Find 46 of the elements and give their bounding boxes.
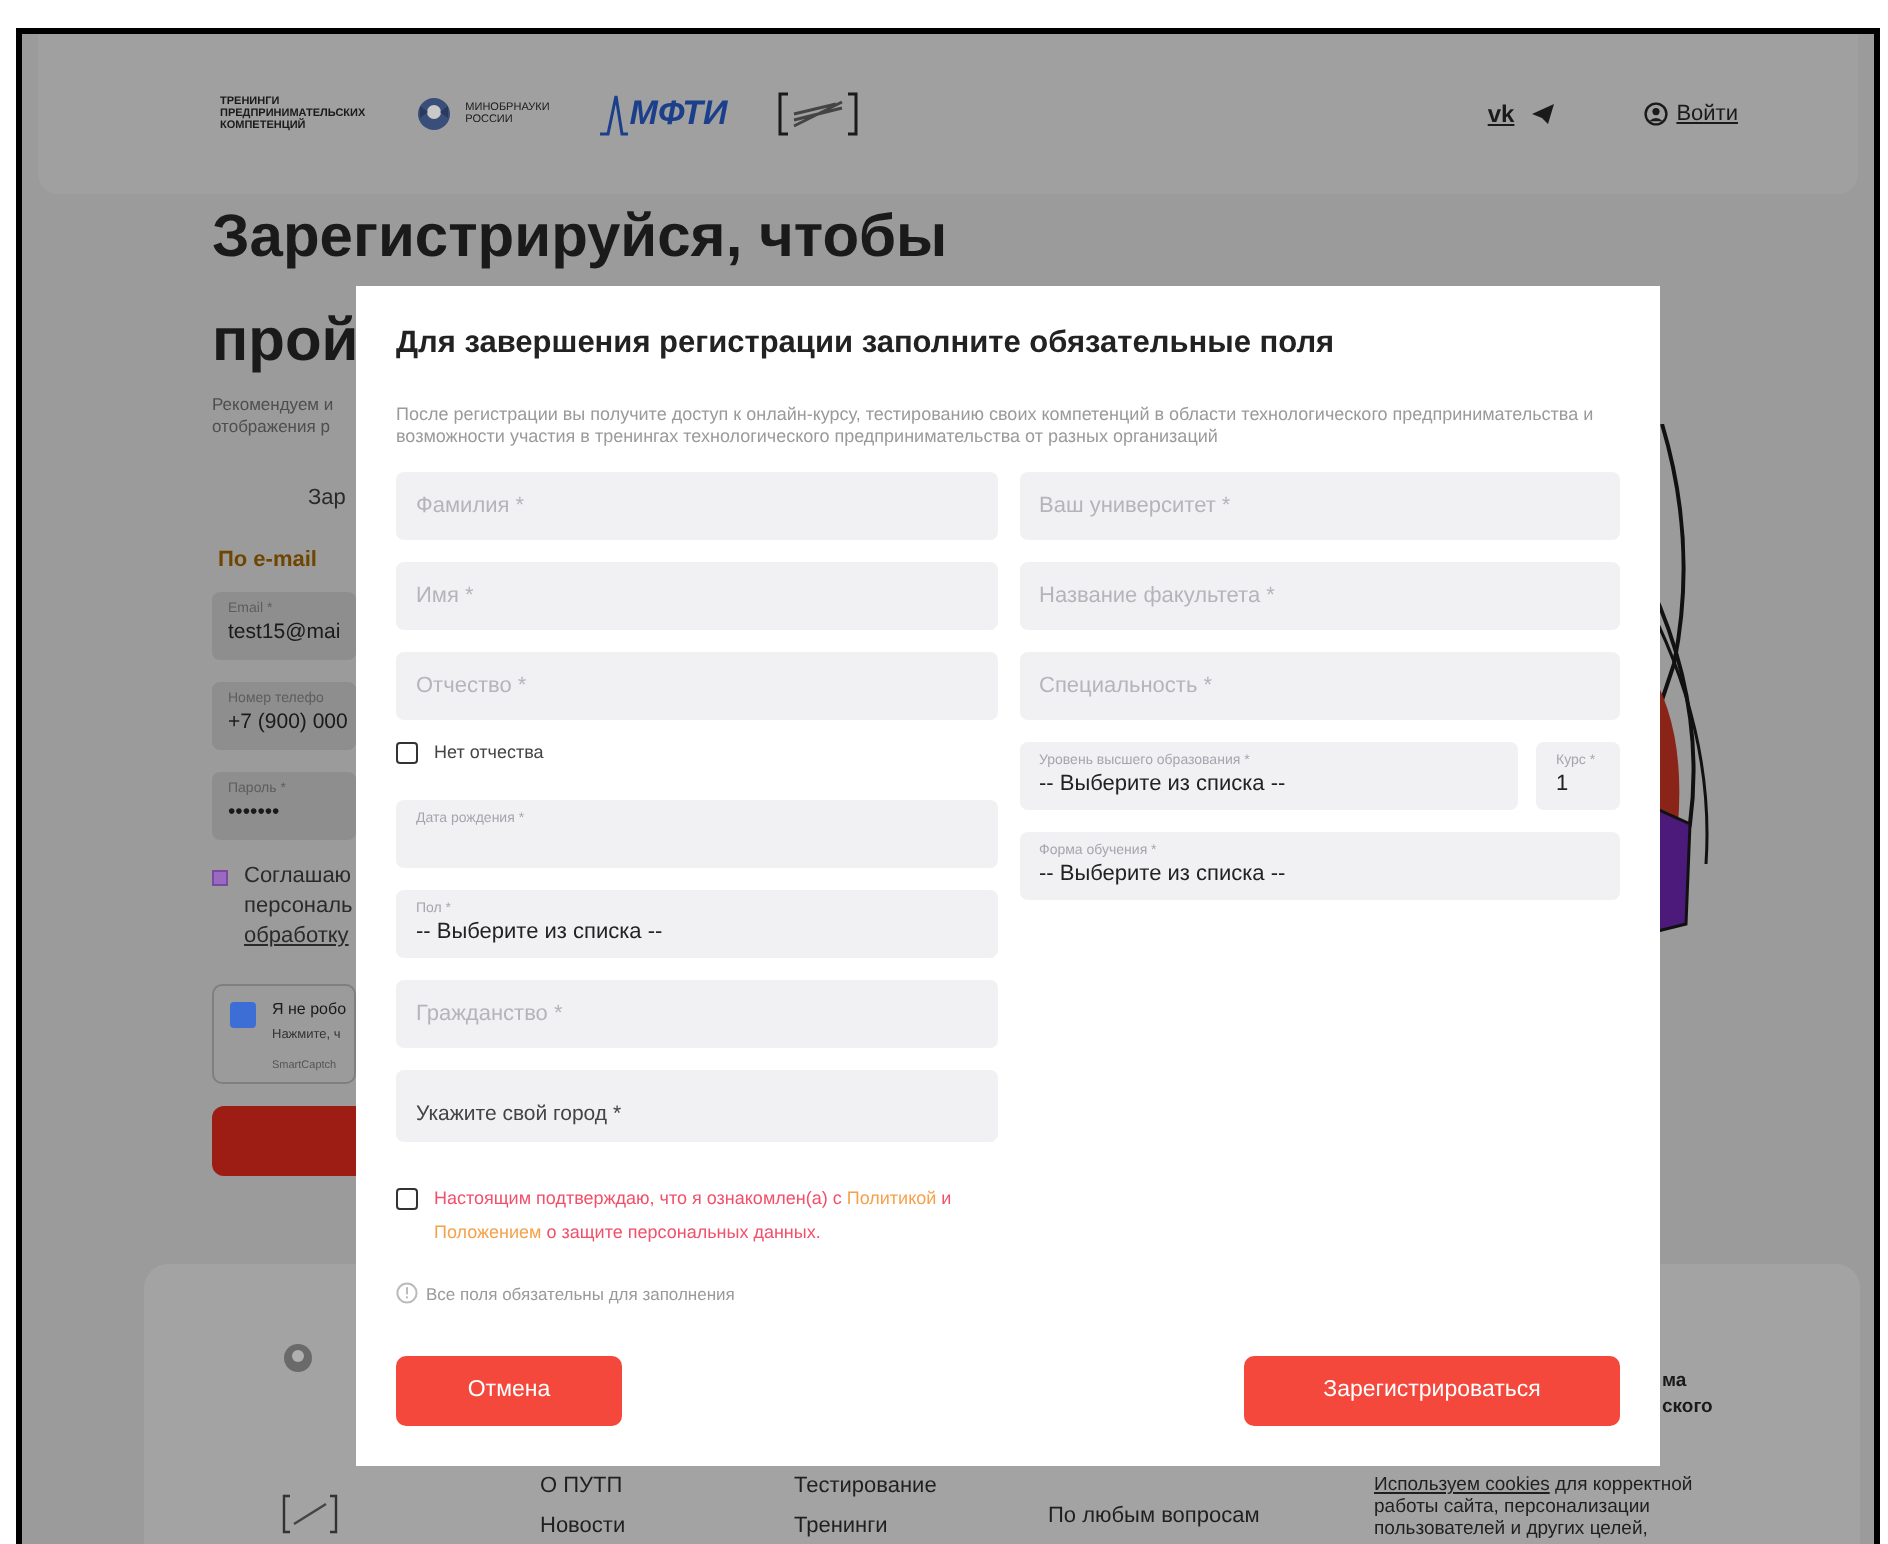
cookie-text: Используем cookies для корректной работы сайта, персонализации пользователей и других целей,	[1374, 1474, 1694, 1540]
text-field[interactable]: Название факультета *	[1019, 561, 1620, 630]
page-heading: прой	[212, 306, 359, 378]
checkbox[interactable]	[396, 742, 418, 765]
cancel-button[interactable]: Отмена	[396, 1356, 622, 1426]
page-heading: Зарегистрируйся, чтобы	[212, 202, 948, 274]
text-field[interactable]: Фамилия *	[396, 471, 997, 540]
footer-link[interactable]: По любым вопросам	[1048, 1496, 1374, 1536]
emblem-icon	[413, 94, 454, 134]
text-field[interactable]: Гражданство *	[396, 979, 997, 1048]
bracket-logo-icon	[280, 1492, 340, 1536]
intro-text: Рекомендуем и отображения р	[212, 394, 336, 438]
footer-link[interactable]: Тестирование	[794, 1466, 1048, 1506]
pulse-line-icon	[597, 90, 630, 138]
agreement-text: Соглашаю персональ обработку	[244, 862, 353, 952]
consent-text: Настоящим подтверждаю, что я ознакомлен(а) с Политикой и Положением о защите персональных данных.	[434, 1185, 954, 1246]
social-link[interactable]: vk	[1487, 96, 1515, 132]
checkbox[interactable]	[212, 870, 228, 886]
captcha-checkbox[interactable]	[230, 1002, 256, 1028]
city-field[interactable]: Укажите свой город *	[396, 1069, 997, 1142]
footer-link[interactable]: Новости	[540, 1506, 794, 1544]
register-button[interactable]: Зарегистрироваться	[1244, 1356, 1620, 1426]
captcha-title: Я не робо	[272, 998, 347, 1022]
emblem-icon	[280, 1340, 316, 1376]
text-field[interactable]: Специальность *	[1019, 651, 1620, 720]
footer-heading-text: ского	[1662, 1394, 1715, 1420]
bracket-logo-icon	[775, 88, 860, 140]
info-icon	[396, 1282, 418, 1305]
send-icon	[1530, 102, 1557, 126]
note-text: Все поля обязательны для заполнения	[426, 1281, 735, 1307]
text-field[interactable]: Отчество *	[396, 651, 997, 720]
login-link[interactable]: Войти	[1644, 97, 1738, 131]
cookie-link[interactable]: Используем cookies	[1374, 1474, 1550, 1496]
text-field[interactable]: Имя *	[396, 561, 997, 630]
checkbox[interactable]	[396, 1187, 418, 1210]
footer-link[interactable]: О ПУТП	[540, 1466, 794, 1506]
modal-title: Для завершения регистрации заполните обязательные поля	[396, 326, 1337, 364]
footer-heading-text: ма	[1662, 1368, 1689, 1394]
text-field[interactable]: Ваш университет *	[1019, 471, 1620, 540]
footer-link[interactable]: Тренинги	[794, 1506, 1048, 1544]
logo-text: МФТИ	[629, 92, 728, 137]
checkbox-label: Нет отчества	[434, 739, 544, 766]
tab-link[interactable]: Зар	[308, 482, 356, 515]
modal-description: После регистрации вы получите доступ к онлайн-курсу, тестированию своих компетенций в области технологического предпринимательства и возможности участия в тренингах технологического предпринимательства от разных организаций	[396, 403, 1596, 448]
submit-button-background	[212, 1106, 356, 1176]
user-circle-icon	[1644, 102, 1669, 126]
